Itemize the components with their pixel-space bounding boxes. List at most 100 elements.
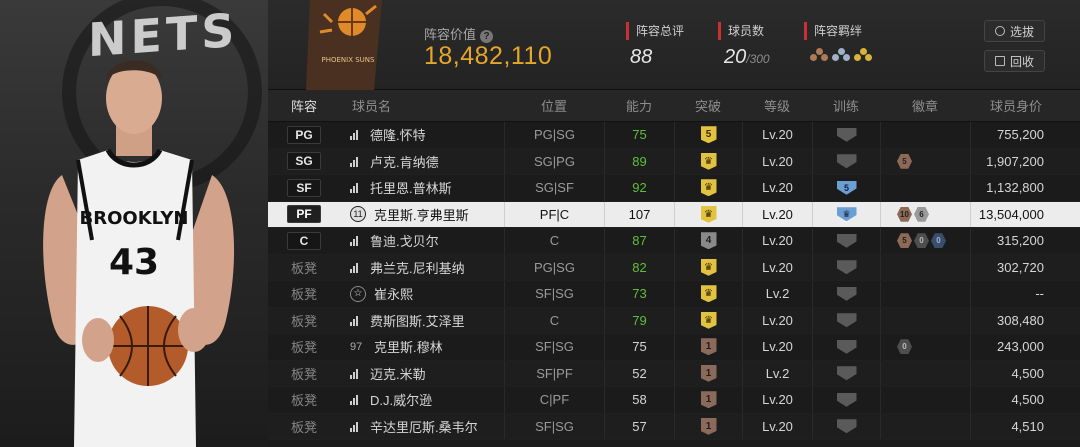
player-position: PG|SG: [504, 122, 604, 148]
player-position: SF|SG: [504, 281, 604, 307]
lineup-tag: PF: [287, 205, 321, 224]
training-shield-icon: [836, 260, 857, 275]
jersey-number: 43: [109, 242, 159, 283]
player-value: 302,720: [970, 254, 1080, 280]
player-value: 1,132,800: [970, 175, 1080, 201]
training-shield-icon: [836, 127, 857, 142]
star-icon: ☆: [350, 285, 366, 302]
badge-hex-icon[interactable]: 5: [897, 233, 912, 249]
bond-silver-icon[interactable]: [832, 48, 850, 64]
player-position: PG|SG: [504, 254, 604, 280]
bond-bronze-icon[interactable]: [810, 48, 828, 64]
recycle-icon: [994, 56, 1005, 66]
header-value[interactable]: 球员身价: [970, 96, 1080, 115]
bond-label: 阵容羁绊: [804, 22, 862, 40]
player-name: 德隆.怀特: [370, 128, 426, 144]
table-row[interactable]: 板凳 费斯图斯.艾泽里 C 79 ♛ Lv.20 308,480: [268, 307, 1080, 334]
player-position: SG|SF: [504, 175, 604, 201]
player-level: Lv.20: [742, 307, 812, 333]
signal-icon: [350, 315, 362, 326]
select-button[interactable]: 选拔: [984, 20, 1045, 42]
header-position[interactable]: 位置: [504, 96, 604, 115]
table-row[interactable]: 板凳 ☆ 崔永熙 SF|SG 73 ♛ Lv.2 --: [268, 281, 1080, 308]
recycle-button[interactable]: 回收: [984, 50, 1045, 72]
player-value: 4,500: [970, 387, 1080, 413]
overall-value: 88: [630, 46, 653, 68]
player-name: 费斯图斯.艾泽里: [370, 313, 465, 329]
player-level: Lv.20: [742, 148, 812, 174]
badge-hex-icon[interactable]: 10: [897, 206, 912, 222]
training-shield-icon: [836, 366, 857, 381]
overall-label: 阵容总评: [626, 22, 684, 40]
player-level: Lv.20: [742, 254, 812, 280]
header-badge[interactable]: 徽章: [880, 96, 970, 115]
table-row[interactable]: SF 托里恩.普林斯 SG|SF 92 ♛ Lv.20 5 1,132,800: [268, 175, 1080, 202]
header-lineup[interactable]: 阵容: [268, 96, 340, 115]
player-value: --: [970, 281, 1080, 307]
header-power[interactable]: 能力: [604, 96, 674, 115]
badge-cell: [880, 307, 970, 333]
header-level[interactable]: 等级: [742, 96, 812, 115]
crown-badge-icon: ♛: [700, 205, 717, 223]
badge-cell: [880, 360, 970, 386]
table-row[interactable]: 板凳 辛达里厄斯.桑韦尔 SF|SG 57 1 Lv.20 4,510: [268, 413, 1080, 440]
badge-cell: [880, 281, 970, 307]
training-shield-icon: [836, 233, 857, 248]
player-power: 57: [604, 413, 674, 439]
player-position: SF|PF: [504, 360, 604, 386]
header-training[interactable]: 训练: [812, 96, 880, 115]
player-level: Lv.20: [742, 175, 812, 201]
lineup-bench: 板凳: [290, 419, 317, 435]
player-level: Lv.20: [742, 122, 812, 148]
signal-icon: [350, 394, 362, 406]
bond-icons[interactable]: [810, 48, 872, 64]
table-row-selected[interactable]: PF 11 克里斯.亨弗里斯 PF|C 107 ♛ Lv.20 ♛ 10 6 13,…: [268, 201, 1080, 228]
player-power: 87: [604, 228, 674, 254]
player-value: 4,500: [970, 360, 1080, 386]
table-row[interactable]: SG 卢克.肯纳德 SG|PG 89 ♛ Lv.20 5 1,907,200: [268, 148, 1080, 175]
badge-hex-icon[interactable]: 0: [914, 233, 929, 249]
header-breakthrough[interactable]: 突破: [674, 96, 742, 115]
breakthrough-badge-icon: 1: [700, 338, 717, 356]
suns-logo-text: PHOENIX SUNS: [322, 56, 376, 64]
badge-cell: [880, 254, 970, 280]
player-image: BROOKLYN 43: [43, 60, 235, 447]
badge-hex-icon[interactable]: 6: [914, 206, 929, 222]
training-shield-icon: [836, 392, 857, 407]
lineup-tag: PG: [287, 125, 321, 144]
table-row[interactable]: 板凳 97 克里斯.穆林 SF|SG 75 1 Lv.20 0 243,000: [268, 334, 1080, 361]
badge-hex-icon[interactable]: 5: [897, 153, 912, 169]
player-level: Lv.20: [742, 413, 812, 439]
signal-icon: [350, 129, 362, 141]
header-name[interactable]: 球员名: [340, 96, 504, 115]
player-value: 755,200: [970, 122, 1080, 148]
player-name: D.J.威尔逊: [370, 393, 433, 409]
signal-icon: [350, 262, 362, 273]
lineup-value-label: 阵容价值?: [424, 24, 494, 43]
table-row[interactable]: 板凳 迈克.米勒 SF|PF 52 1 Lv.2 4,500: [268, 360, 1080, 387]
bond-gold-icon[interactable]: [854, 48, 872, 64]
player-level: Lv.20: [742, 387, 812, 413]
player-power: 75: [604, 122, 674, 148]
table-row[interactable]: C 鲁迪.戈贝尔 C 87 4 Lv.20 500 315,200: [268, 228, 1080, 255]
breakthrough-badge-icon: 1: [700, 364, 717, 382]
training-shield-icon: [836, 154, 857, 169]
table-row[interactable]: PG 德隆.怀特 PG|SG 75 5 Lv.20 755,200: [268, 122, 1080, 149]
player-count-max: /300: [746, 52, 770, 66]
player-power: 82: [604, 254, 674, 280]
suns-logo-icon: PHOENIX SUNS: [306, 0, 382, 90]
training-shield-icon: [836, 419, 857, 434]
lineup-tag: C: [287, 231, 321, 250]
badge-hex-icon[interactable]: 0: [931, 233, 946, 249]
signal-icon: [350, 368, 362, 379]
badge-hex-icon[interactable]: 0: [897, 339, 912, 355]
breakthrough-badge-icon: 1: [700, 391, 717, 409]
roster-table: 阵容 球员名 位置 能力 突破 等级 训练 徽章 球员身价 PG 德隆.怀特 P…: [268, 90, 1080, 447]
table-row[interactable]: 板凳 弗兰克.尼利基纳 PG|SG 82 ♛ Lv.20 302,720: [268, 254, 1080, 281]
training-shield-icon: ♛: [836, 207, 857, 222]
table-row[interactable]: 板凳 D.J.威尔逊 C|PF 58 1 Lv.20 4,500: [268, 387, 1080, 414]
lineup-header: PHOENIX SUNS 阵容价值? 18,482,110 阵容总评 88 球员…: [268, 0, 1080, 90]
lineup-bench: 板凳: [290, 393, 317, 409]
recycle-button-label: 回收: [1009, 54, 1034, 69]
badge-cell: [880, 175, 970, 201]
